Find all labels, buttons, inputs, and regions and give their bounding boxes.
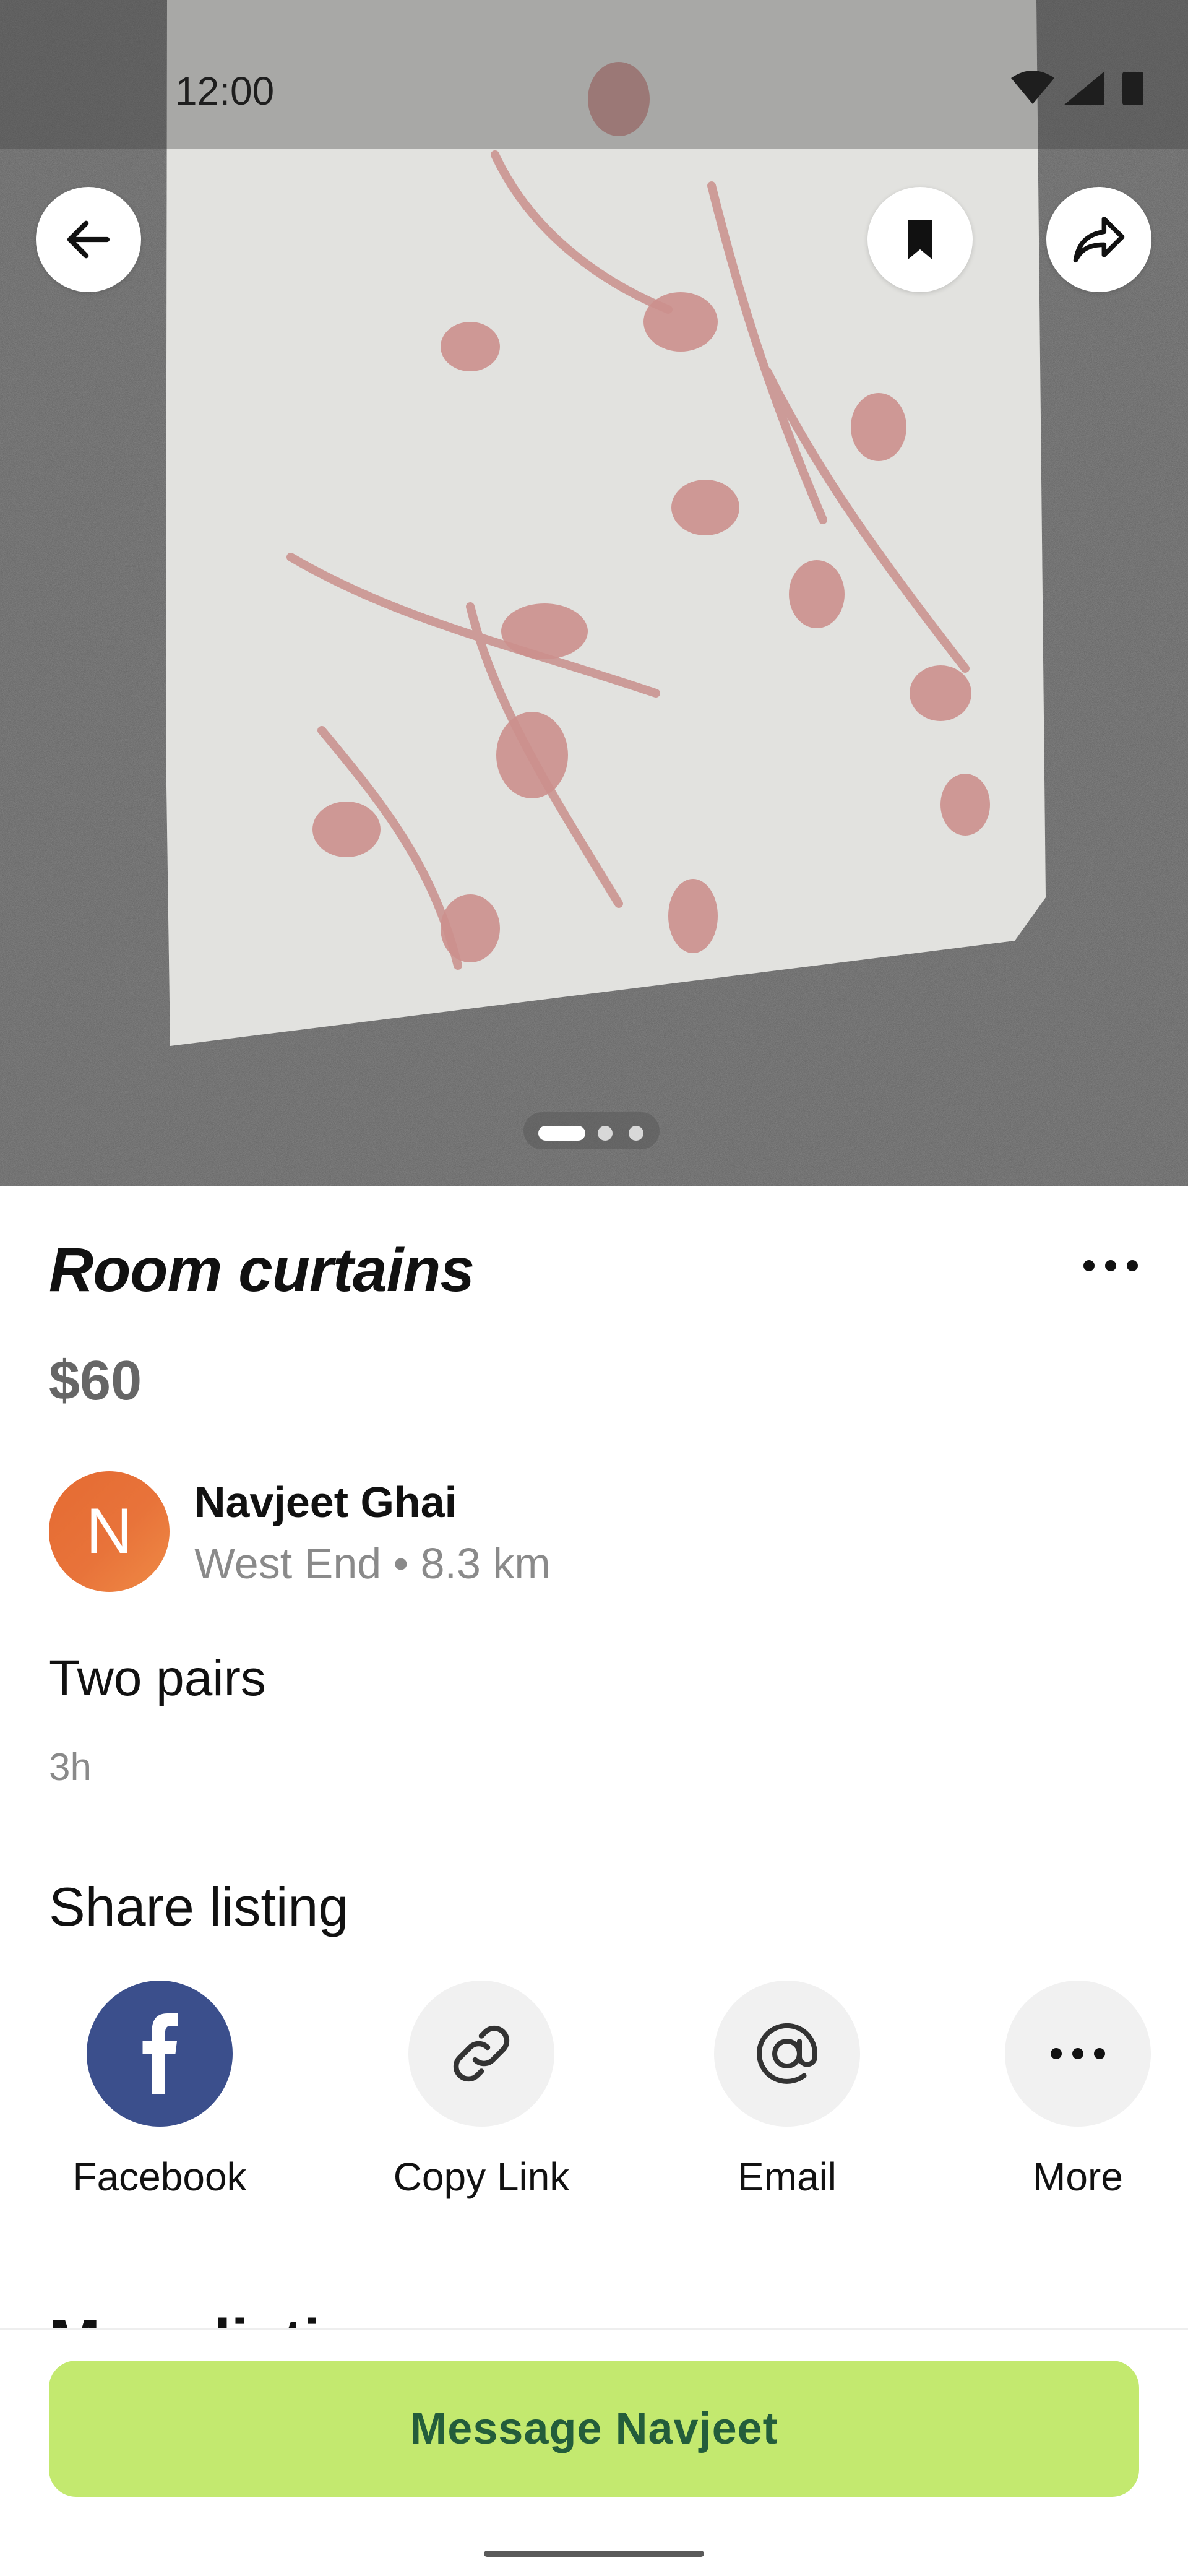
share-label: More: [1033, 2155, 1123, 2199]
listing-description: Two pairs: [49, 1650, 266, 1706]
status-bar: 12:00: [0, 0, 1188, 149]
seller-avatar[interactable]: N: [49, 1471, 170, 1592]
pager-dot[interactable]: [598, 1126, 613, 1141]
battery-icon: [1122, 72, 1143, 105]
listing-title: Room curtains: [49, 1235, 475, 1305]
save-button[interactable]: [867, 187, 973, 292]
avatar-initial: N: [85, 1495, 133, 1567]
seller-location: West End • 8.3 km: [194, 1539, 551, 1588]
wifi-icon: [1011, 71, 1054, 104]
facebook-icon: [142, 2013, 178, 2094]
share-facebook-button[interactable]: Facebook: [42, 1981, 277, 2216]
back-button[interactable]: [36, 187, 141, 292]
share-label: Copy Link: [393, 2155, 570, 2199]
more-circle: [1005, 1981, 1151, 2127]
share-label: Facebook: [72, 2155, 247, 2199]
copy-link-circle: [408, 1981, 554, 2127]
bottom-action-bar: Message Navjeet: [0, 2328, 1188, 2576]
share-email-button[interactable]: Email: [669, 1981, 905, 2216]
link-icon: [453, 2025, 510, 2082]
share-arrow-icon: [1073, 216, 1125, 263]
home-indicator[interactable]: [484, 2551, 704, 2557]
signal-icon: [1064, 72, 1104, 105]
pager-dot-active[interactable]: [538, 1126, 585, 1141]
status-time: 12:00: [175, 69, 275, 113]
posted-time: 3h: [49, 1746, 92, 1789]
facebook-circle: [87, 1981, 233, 2127]
arrow-left-icon: [67, 220, 110, 259]
listing-price: $60: [49, 1350, 142, 1412]
at-sign-icon: [757, 2023, 817, 2084]
bookmark-icon: [908, 220, 932, 259]
share-label: Email: [737, 2155, 837, 2199]
pager-dot[interactable]: [629, 1126, 644, 1141]
share-button[interactable]: [1046, 187, 1151, 292]
message-seller-button[interactable]: Message Navjeet: [49, 2361, 1139, 2497]
share-copy-link-button[interactable]: Copy Link: [364, 1981, 599, 2216]
more-options-icon[interactable]: [1077, 1250, 1145, 1281]
status-icons: [1011, 71, 1143, 105]
listing-photo[interactable]: 12:00: [0, 0, 1188, 1186]
seller-name[interactable]: Navjeet Ghai: [194, 1477, 457, 1527]
more-horizontal-icon: [1051, 2048, 1105, 2059]
curtain-photo: [0, 0, 1188, 1186]
more-listings-heading: More listings: [49, 2306, 431, 2328]
share-more-button[interactable]: More: [960, 1981, 1188, 2216]
email-circle: [714, 1981, 860, 2127]
photo-pager: [523, 1112, 660, 1149]
share-heading: Share listing: [49, 1876, 349, 1937]
